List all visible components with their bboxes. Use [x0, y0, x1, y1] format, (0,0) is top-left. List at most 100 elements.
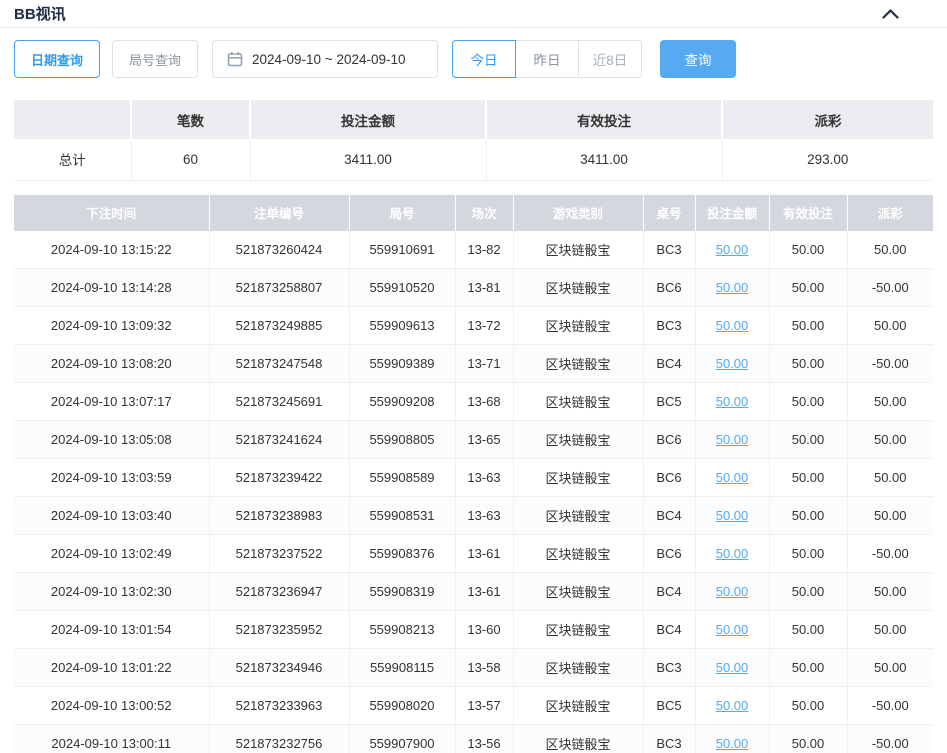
quick-range-segment: 今日 昨日 近8日 — [452, 40, 642, 78]
bet-time-cell: 2024-09-10 13:02:49 — [14, 535, 209, 573]
calendar-icon — [227, 51, 243, 67]
bet-amount-link[interactable]: 50.00 — [716, 470, 749, 485]
column-header-bet-id: 注单编号 — [209, 195, 349, 231]
bet-amount-link[interactable]: 50.00 — [716, 356, 749, 371]
table-no-cell: BC6 — [643, 535, 695, 573]
bet-id-cell: 521873233963 — [209, 687, 349, 725]
table-no-cell: BC5 — [643, 383, 695, 421]
game-type-cell: 区块链骰宝 — [513, 611, 643, 649]
payout-cell: 50.00 — [847, 459, 933, 497]
table-row: 2024-09-10 13:02:49521873237522559908376… — [14, 535, 933, 573]
bet-amount-link[interactable]: 50.00 — [716, 584, 749, 599]
date-query-tab[interactable]: 日期查询 — [14, 40, 100, 78]
table-no-cell: BC5 — [643, 687, 695, 725]
bet-amount-cell: 50.00 — [695, 307, 769, 345]
bet-amount-cell: 50.00 — [695, 649, 769, 687]
game-type-cell: 区块链骰宝 — [513, 459, 643, 497]
table-no-cell: BC6 — [643, 421, 695, 459]
summary-table: 笔数 投注金额 有效投注 派彩 总计 60 3411.00 3411.00 29… — [14, 100, 933, 181]
table-no-cell: BC3 — [643, 231, 695, 269]
summary-header-valid-bet: 有效投注 — [486, 100, 722, 139]
panel-header: BB视讯 — [0, 0, 947, 28]
payout-cell: 50.00 — [847, 231, 933, 269]
bet-amount-link[interactable]: 50.00 — [716, 698, 749, 713]
table-row: 2024-09-10 13:07:17521873245691559909208… — [14, 383, 933, 421]
round-id-cell: 559908589 — [349, 459, 455, 497]
table-no-cell: BC6 — [643, 269, 695, 307]
round-id-cell: 559908376 — [349, 535, 455, 573]
bet-amount-link[interactable]: 50.00 — [716, 622, 749, 637]
payout-cell: 50.00 — [847, 421, 933, 459]
bet-amount-cell: 50.00 — [695, 535, 769, 573]
bet-amount-cell: 50.00 — [695, 687, 769, 725]
summary-total-label: 总计 — [14, 139, 131, 180]
bet-amount-cell: 50.00 — [695, 725, 769, 753]
session-cell: 13-61 — [455, 535, 513, 573]
valid-bet-cell: 50.00 — [769, 269, 847, 307]
bet-time-cell: 2024-09-10 13:03:40 — [14, 497, 209, 535]
table-no-cell: BC4 — [643, 573, 695, 611]
bet-amount-link[interactable]: 50.00 — [716, 318, 749, 333]
bet-amount-link[interactable]: 50.00 — [716, 280, 749, 295]
summary-header-row: 笔数 投注金额 有效投注 派彩 — [14, 100, 933, 139]
valid-bet-cell: 50.00 — [769, 535, 847, 573]
table-row: 2024-09-10 13:08:20521873247548559909389… — [14, 345, 933, 383]
table-no-cell: BC3 — [643, 725, 695, 753]
table-row: 2024-09-10 13:14:28521873258807559910520… — [14, 269, 933, 307]
bet-amount-link[interactable]: 50.00 — [716, 242, 749, 257]
bet-table-header-row: 下注时间 注单编号 局号 场次 游戏类别 桌号 投注金额 有效投注 派彩 — [14, 195, 933, 231]
bet-amount-cell: 50.00 — [695, 573, 769, 611]
game-type-cell: 区块链骰宝 — [513, 345, 643, 383]
session-cell: 13-63 — [455, 497, 513, 535]
yesterday-button[interactable]: 昨日 — [515, 40, 579, 78]
payout-cell: 50.00 — [847, 611, 933, 649]
payout-cell: 50.00 — [847, 307, 933, 345]
payout-cell: -50.00 — [847, 725, 933, 753]
game-type-cell: 区块链骰宝 — [513, 231, 643, 269]
table-row: 2024-09-10 13:01:54521873235952559908213… — [14, 611, 933, 649]
bet-id-cell: 521873234946 — [209, 649, 349, 687]
column-header-valid-bet: 有效投注 — [769, 195, 847, 231]
search-button[interactable]: 查询 — [660, 40, 736, 78]
bet-amount-cell: 50.00 — [695, 269, 769, 307]
bet-time-cell: 2024-09-10 13:00:52 — [14, 687, 209, 725]
round-id-cell: 559910520 — [349, 269, 455, 307]
bet-id-cell: 521873238983 — [209, 497, 349, 535]
today-button[interactable]: 今日 — [452, 40, 516, 78]
valid-bet-cell: 50.00 — [769, 421, 847, 459]
table-row: 2024-09-10 13:09:32521873249885559909613… — [14, 307, 933, 345]
bet-amount-cell: 50.00 — [695, 611, 769, 649]
column-header-table-no: 桌号 — [643, 195, 695, 231]
bet-id-cell: 521873239422 — [209, 459, 349, 497]
bet-amount-link[interactable]: 50.00 — [716, 736, 749, 751]
round-query-tab[interactable]: 局号查询 — [112, 40, 198, 78]
bet-id-cell: 521873249885 — [209, 307, 349, 345]
bet-amount-link[interactable]: 50.00 — [716, 508, 749, 523]
last-8-days-button[interactable]: 近8日 — [578, 40, 642, 78]
round-id-cell: 559908115 — [349, 649, 455, 687]
column-header-session: 场次 — [455, 195, 513, 231]
filter-bar: 日期查询 局号查询 2024-09-10 ~ 2024-09-10 今日 昨日 … — [14, 40, 933, 78]
bet-time-cell: 2024-09-10 13:01:54 — [14, 611, 209, 649]
date-range-input[interactable]: 2024-09-10 ~ 2024-09-10 — [212, 40, 438, 78]
game-type-cell: 区块链骰宝 — [513, 421, 643, 459]
round-id-cell: 559909208 — [349, 383, 455, 421]
session-cell: 13-57 — [455, 687, 513, 725]
bet-amount-cell: 50.00 — [695, 421, 769, 459]
bet-records-table: 下注时间 注单编号 局号 场次 游戏类别 桌号 投注金额 有效投注 派彩 202… — [14, 195, 933, 753]
bet-amount-cell: 50.00 — [695, 231, 769, 269]
bet-amount-link[interactable]: 50.00 — [716, 432, 749, 447]
valid-bet-cell: 50.00 — [769, 725, 847, 753]
payout-cell: 50.00 — [847, 497, 933, 535]
chevron-up-icon[interactable] — [882, 9, 899, 19]
valid-bet-cell: 50.00 — [769, 307, 847, 345]
valid-bet-cell: 50.00 — [769, 649, 847, 687]
round-id-cell: 559908213 — [349, 611, 455, 649]
bet-amount-link[interactable]: 50.00 — [716, 546, 749, 561]
bet-time-cell: 2024-09-10 13:02:30 — [14, 573, 209, 611]
table-no-cell: BC3 — [643, 307, 695, 345]
bet-amount-link[interactable]: 50.00 — [716, 394, 749, 409]
bet-amount-link[interactable]: 50.00 — [716, 660, 749, 675]
session-cell: 13-58 — [455, 649, 513, 687]
game-type-cell: 区块链骰宝 — [513, 307, 643, 345]
